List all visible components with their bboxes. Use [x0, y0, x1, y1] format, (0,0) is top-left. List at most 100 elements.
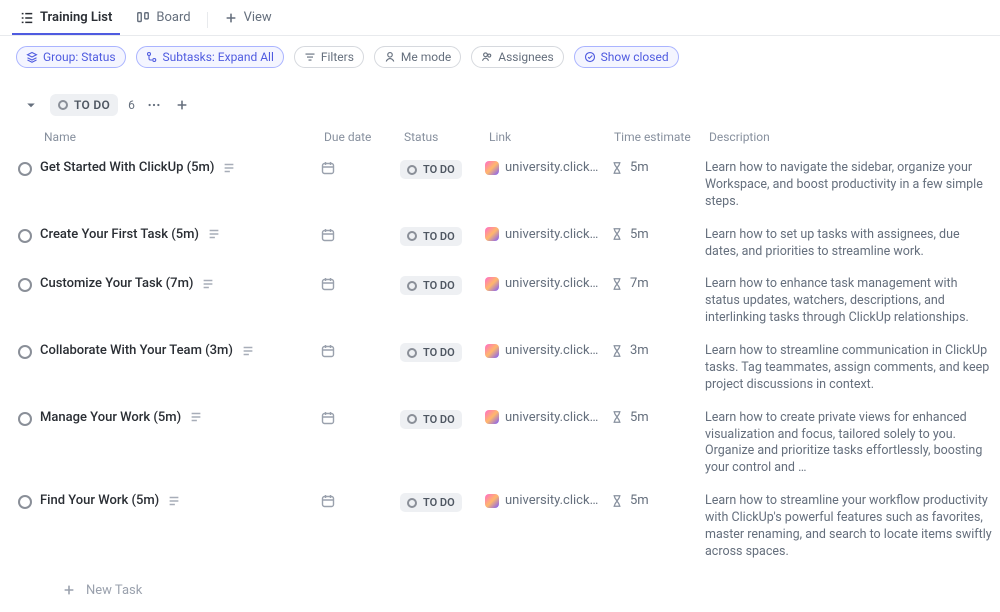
link-cell[interactable]: university.click…	[485, 276, 610, 291]
due-date-cell[interactable]	[320, 410, 400, 426]
view-separator	[207, 12, 208, 28]
layers-icon	[26, 51, 38, 63]
filters-button[interactable]: Filters	[294, 46, 364, 68]
check-circle-icon	[584, 51, 596, 63]
time-estimate-cell[interactable]: 5m	[610, 227, 705, 242]
plus-icon	[62, 583, 76, 597]
show-closed-button[interactable]: Show closed	[574, 46, 679, 68]
group-header: TO DO 6	[0, 78, 1000, 122]
users-icon	[481, 51, 493, 63]
time-estimate-cell[interactable]: 3m	[610, 343, 705, 358]
ellipsis-icon	[147, 98, 161, 112]
calendar-icon	[320, 493, 336, 509]
time-text: 5m	[630, 410, 649, 425]
views-tabs: Training List Board View	[0, 0, 1000, 36]
link-cell[interactable]: university.click…	[485, 227, 610, 242]
time-text: 5m	[630, 160, 649, 175]
task-row[interactable]: Get Started With ClickUp (5m) TO DO univ…	[0, 152, 1000, 219]
subtasks-expand-pill[interactable]: Subtasks: Expand All	[136, 46, 284, 68]
view-tab-board[interactable]: Board	[128, 4, 198, 35]
calendar-icon	[320, 276, 336, 292]
link-text: university.click…	[505, 227, 598, 242]
description-icon	[189, 410, 203, 424]
description-cell: Learn how to streamline communication in…	[705, 343, 1000, 394]
filters-label: Filters	[321, 50, 354, 64]
plus-icon	[175, 98, 189, 112]
description-icon	[222, 161, 236, 175]
task-name[interactable]: Collaborate With Your Team (3m)	[40, 343, 233, 358]
group-status-pill[interactable]: Group: Status	[16, 46, 126, 68]
task-row[interactable]: Customize Your Task (7m) TO DO universit…	[0, 268, 1000, 335]
plus-icon	[224, 11, 238, 25]
task-status-circle-icon[interactable]	[18, 229, 32, 243]
col-link[interactable]: Link	[485, 130, 610, 144]
col-description[interactable]: Description	[705, 130, 1000, 144]
col-status[interactable]: Status	[400, 130, 485, 144]
link-text: university.click…	[505, 410, 598, 425]
link-text: university.click…	[505, 343, 598, 358]
task-name[interactable]: Create Your First Task (5m)	[40, 227, 199, 242]
col-name[interactable]: Name	[40, 130, 320, 144]
calendar-icon	[320, 343, 336, 359]
due-date-cell[interactable]	[320, 276, 400, 292]
me-mode-button[interactable]: Me mode	[374, 46, 461, 68]
time-text: 3m	[630, 343, 649, 358]
group-more-button[interactable]	[145, 96, 163, 114]
due-date-cell[interactable]	[320, 160, 400, 176]
group-collapse-caret[interactable]	[22, 96, 40, 114]
hourglass-icon	[610, 344, 624, 358]
status-cell[interactable]: TO DO	[400, 227, 485, 246]
add-view-button[interactable]: View	[216, 4, 280, 35]
task-name[interactable]: Get Started With ClickUp (5m)	[40, 160, 214, 175]
task-status-circle-icon[interactable]	[18, 412, 32, 426]
time-estimate-cell[interactable]: 5m	[610, 493, 705, 508]
task-status-circle-icon[interactable]	[18, 162, 32, 176]
link-cell[interactable]: university.click…	[485, 410, 610, 425]
new-task-button[interactable]: New Task	[0, 569, 1000, 612]
status-dot-icon	[407, 348, 417, 358]
group-add-button[interactable]	[173, 96, 191, 114]
time-estimate-cell[interactable]: 5m	[610, 410, 705, 425]
task-name[interactable]: Find Your Work (5m)	[40, 493, 159, 508]
filter-icon	[304, 51, 316, 63]
show-closed-label: Show closed	[601, 50, 669, 64]
status-cell[interactable]: TO DO	[400, 343, 485, 362]
task-status-circle-icon[interactable]	[18, 345, 32, 359]
hourglass-icon	[610, 227, 624, 241]
task-row[interactable]: Create Your First Task (5m) TO DO univer…	[0, 219, 1000, 269]
time-estimate-cell[interactable]: 5m	[610, 160, 705, 175]
col-time-estimate[interactable]: Time estimate	[610, 130, 705, 144]
calendar-icon	[320, 410, 336, 426]
assignees-button[interactable]: Assignees	[471, 46, 563, 68]
due-date-cell[interactable]	[320, 343, 400, 359]
clickup-university-icon	[485, 410, 499, 424]
status-cell[interactable]: TO DO	[400, 410, 485, 429]
col-due-date[interactable]: Due date	[320, 130, 400, 144]
task-row[interactable]: Collaborate With Your Team (3m) TO DO un…	[0, 335, 1000, 402]
time-text: 5m	[630, 493, 649, 508]
filters-bar: Group: Status Subtasks: Expand All Filte…	[0, 36, 1000, 78]
view-tab-training-list[interactable]: Training List	[12, 4, 120, 35]
group-status-chip[interactable]: TO DO	[50, 94, 118, 116]
status-pill-label: TO DO	[423, 346, 455, 359]
due-date-cell[interactable]	[320, 227, 400, 243]
clickup-university-icon	[485, 494, 499, 508]
task-status-circle-icon[interactable]	[18, 278, 32, 292]
add-view-label: View	[244, 10, 272, 25]
due-date-cell[interactable]	[320, 493, 400, 509]
link-cell[interactable]: university.click…	[485, 493, 610, 508]
me-mode-label: Me mode	[401, 50, 451, 64]
task-row[interactable]: Manage Your Work (5m) TO DO university.c…	[0, 402, 1000, 486]
description-cell: Learn how to navigate the sidebar, organ…	[705, 160, 1000, 211]
task-name[interactable]: Customize Your Task (7m)	[40, 276, 193, 291]
hourglass-icon	[610, 410, 624, 424]
link-cell[interactable]: university.click…	[485, 343, 610, 358]
task-row[interactable]: Find Your Work (5m) TO DO university.cli…	[0, 485, 1000, 569]
task-name[interactable]: Manage Your Work (5m)	[40, 410, 181, 425]
task-status-circle-icon[interactable]	[18, 495, 32, 509]
link-cell[interactable]: university.click…	[485, 160, 610, 175]
column-headers: Name Due date Status Link Time estimate …	[0, 122, 1000, 152]
status-cell[interactable]: TO DO	[400, 276, 485, 295]
status-cell[interactable]: TO DO	[400, 160, 485, 179]
time-estimate-cell[interactable]: 7m	[610, 276, 705, 291]
